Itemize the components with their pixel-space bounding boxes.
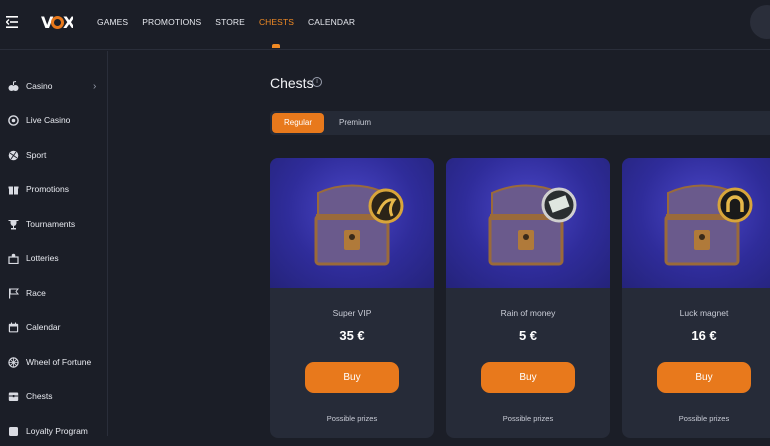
sidebar-item-label: Sport <box>26 150 47 160</box>
sidebar: Casino › Live Casino Sport Promotions To… <box>0 51 108 436</box>
chest-art <box>446 158 610 288</box>
chest-price: 5 € <box>518 328 538 343</box>
chest-card: Rain of money 5 € Buy Possible prizes <box>446 158 610 438</box>
sidebar-item-chests[interactable]: Chests <box>0 381 108 411</box>
sidebar-item-label: Race <box>26 288 46 298</box>
wheel-icon <box>8 356 19 368</box>
logo[interactable]: V X <box>41 13 77 36</box>
loyalty-icon <box>8 426 19 437</box>
sidebar-item-label: Tournaments <box>26 219 76 229</box>
chest-name: Super VIP <box>332 308 372 318</box>
sidebar-item-label: Calendar <box>26 322 61 332</box>
sidebar-item-label: Lotteries <box>26 253 59 263</box>
sidebar-item-wheel-of-fortune[interactable]: Wheel of Fortune <box>0 347 108 377</box>
sidebar-item-race[interactable]: Race <box>0 278 108 308</box>
chest-card: Luck magnet 16 € Buy Possible prizes <box>622 158 770 438</box>
nav-store[interactable]: STORE <box>215 17 245 27</box>
chest-price: 16 € <box>691 328 717 343</box>
nav-calendar[interactable]: CALENDAR <box>308 17 355 27</box>
chest-price: 35 € <box>339 328 365 343</box>
sidebar-item-lotteries[interactable]: Lotteries <box>0 243 108 273</box>
calendar-icon <box>8 322 19 333</box>
horseshoe-coin-icon <box>717 187 753 223</box>
chevron-right-icon: › <box>93 80 97 92</box>
sidebar-item-loyalty-program[interactable]: Loyalty Program <box>0 416 108 446</box>
tab-premium[interactable]: Premium <box>330 113 380 133</box>
sidebar-item-calendar[interactable]: Calendar <box>0 312 108 342</box>
sidebar-item-label: Promotions <box>26 184 69 194</box>
chest-icon <box>488 184 577 266</box>
slots-icon <box>8 80 19 92</box>
live-casino-icon <box>8 114 19 126</box>
nav-games[interactable]: GAMES <box>97 17 128 27</box>
chest-art <box>622 158 770 288</box>
sidebar-item-tournaments[interactable]: Tournaments <box>0 209 108 239</box>
chest-name: Luck magnet <box>679 308 729 318</box>
sport-ball-icon <box>8 150 19 161</box>
sidebar-item-label: Chests <box>26 391 53 401</box>
chest-icon <box>664 184 753 266</box>
chest-type-tabs: Regular Premium <box>270 111 770 135</box>
sidebar-item-casino[interactable]: Casino › <box>0 71 108 101</box>
sidebar-item-label: Loyalty Program <box>26 426 88 436</box>
buy-button[interactable]: Buy <box>657 362 751 393</box>
info-icon[interactable]: i <box>312 77 322 87</box>
sidebar-item-live-casino[interactable]: Live Casino <box>0 105 108 135</box>
possible-prizes-link[interactable]: Possible prizes <box>446 414 610 423</box>
svg-text:X: X <box>63 13 73 31</box>
main-content: Chests i Regular Premium Super VIP 35 € … <box>109 51 770 438</box>
sidebar-item-sport[interactable]: Sport <box>0 140 108 170</box>
lottery-icon <box>8 253 19 264</box>
possible-prizes-link[interactable]: Possible prizes <box>270 414 434 423</box>
sidebar-item-label: Live Casino <box>26 115 71 125</box>
sidebar-item-label: Wheel of Fortune <box>26 357 92 367</box>
buy-button[interactable]: Buy <box>305 362 399 393</box>
page-title: Chests <box>270 75 314 91</box>
tab-regular[interactable]: Regular <box>272 113 324 133</box>
sidebar-item-label: Casino <box>26 81 53 91</box>
chest-card: Super VIP 35 € Buy Possible prizes <box>270 158 434 438</box>
chest-art <box>270 158 434 288</box>
possible-prizes-link[interactable]: Possible prizes <box>622 414 770 423</box>
race-flag-icon <box>8 288 19 299</box>
user-avatar[interactable] <box>750 5 770 39</box>
chest-icon <box>314 184 404 266</box>
gold-snake-coin-icon <box>368 188 404 224</box>
menu-collapse-icon[interactable] <box>6 14 22 32</box>
nav-chests[interactable]: CHESTS <box>259 17 294 48</box>
main-nav: GAMES PROMOTIONS STORE CHESTS CALENDAR <box>97 17 369 48</box>
chest-name: Rain of money <box>500 308 556 318</box>
chest-icon <box>8 391 19 402</box>
buy-button[interactable]: Buy <box>481 362 575 393</box>
gift-icon <box>8 184 19 195</box>
top-bar: V X GAMES PROMOTIONS STORE CHESTS CALEND… <box>0 0 770 50</box>
trophy-icon <box>8 219 19 230</box>
nav-promotions[interactable]: PROMOTIONS <box>142 17 201 27</box>
sidebar-item-promotions[interactable]: Promotions <box>0 174 108 204</box>
